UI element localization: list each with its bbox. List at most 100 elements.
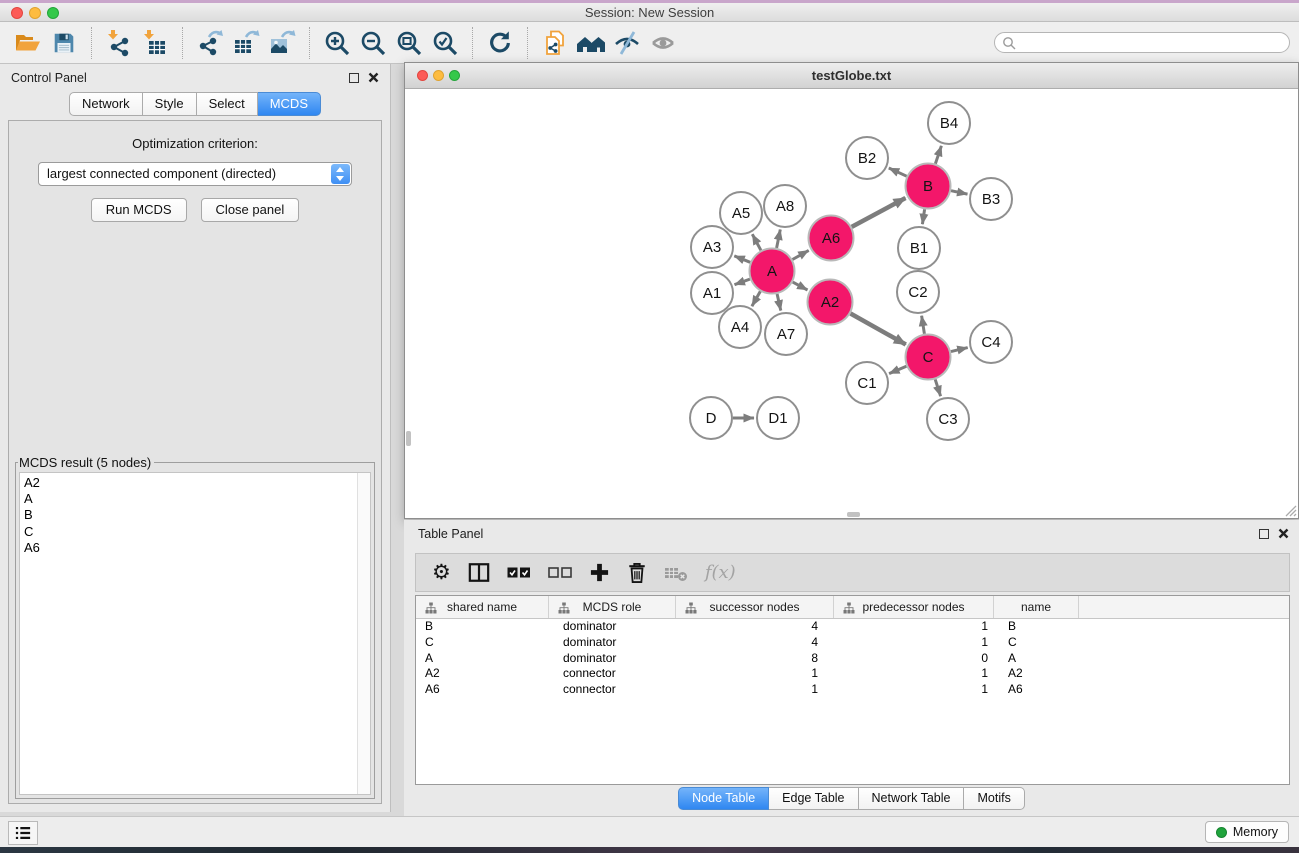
tab-mcds[interactable]: MCDS (258, 92, 321, 116)
graph-edge-C-C4[interactable] (951, 348, 968, 352)
graph-edge-A-A2[interactable] (793, 282, 808, 290)
table-cell[interactable]: A (994, 651, 1079, 667)
select-all-button[interactable] (507, 566, 531, 579)
float-panel-icon[interactable] (349, 73, 359, 83)
zoom-fit-button[interactable] (391, 26, 427, 60)
table-cell[interactable]: connector (549, 666, 676, 682)
mcds-result-item[interactable]: A6 (20, 540, 370, 556)
graph-edge-C-C3[interactable] (935, 379, 940, 396)
table-cell[interactable]: A (416, 651, 549, 667)
table-cell[interactable]: dominator (549, 651, 676, 667)
zoom-in-button[interactable] (319, 26, 355, 60)
hide-panels-button[interactable] (609, 26, 645, 60)
delete-column-button[interactable] (627, 562, 647, 584)
table-row[interactable]: Adominator80A (416, 651, 1289, 667)
table-settings-button[interactable]: ⚙ (432, 563, 451, 583)
memory-button[interactable]: Memory (1205, 821, 1289, 843)
add-column-button[interactable] (589, 562, 610, 583)
table-cell[interactable]: 8 (676, 651, 834, 667)
graph-node-B1[interactable]: B1 (898, 227, 940, 269)
table-cell[interactable]: dominator (549, 635, 676, 651)
graph-node-A8[interactable]: A8 (764, 185, 806, 227)
graph-edge-A-A4[interactable] (752, 291, 760, 306)
duplicate-network-button[interactable] (537, 26, 573, 60)
tab-style[interactable]: Style (143, 92, 197, 116)
graph-edge-C-C1[interactable] (889, 366, 906, 373)
tab-network[interactable]: Network (69, 92, 143, 116)
deselect-all-button[interactable] (548, 566, 572, 579)
graph-node-A[interactable]: A (750, 249, 795, 294)
table-row[interactable]: A2connector11A2 (416, 666, 1289, 682)
graph-edge-B-B1[interactable] (922, 209, 924, 224)
graph-node-C1[interactable]: C1 (846, 362, 888, 404)
network-window-titlebar[interactable]: testGlobe.txt (405, 63, 1298, 89)
zoom-selected-button[interactable] (427, 26, 463, 60)
graph-node-A6[interactable]: A6 (809, 216, 854, 261)
graph-node-C2[interactable]: C2 (897, 271, 939, 313)
graph-edge-A-A3[interactable] (734, 256, 750, 262)
column-header-successor-nodes[interactable]: successor nodes (676, 596, 834, 618)
mcds-result-item[interactable]: B (20, 507, 370, 523)
function-builder-button[interactable]: f(x) (705, 562, 736, 583)
graph-node-A1[interactable]: A1 (691, 272, 733, 314)
graph-node-B3[interactable]: B3 (970, 178, 1012, 220)
tab-select[interactable]: Select (197, 92, 258, 116)
split-columns-button[interactable] (468, 562, 490, 583)
vertical-scroll-thumb[interactable] (406, 431, 411, 446)
table-cell[interactable]: 1 (834, 619, 994, 635)
tab-edge-table[interactable]: Edge Table (769, 787, 858, 810)
mcds-result-item[interactable]: C (20, 524, 370, 540)
graph-node-C3[interactable]: C3 (927, 398, 969, 440)
graph-edge-A-A1[interactable] (735, 279, 750, 285)
table-row[interactable]: Bdominator41B (416, 619, 1289, 635)
graph-edge-B-B3[interactable] (951, 191, 968, 194)
graph-edge-C-C2[interactable] (922, 316, 925, 334)
open-session-button[interactable] (10, 26, 46, 60)
mcds-result-item[interactable]: A2 (20, 475, 370, 491)
criterion-select[interactable]: largest connected component (directed) (38, 162, 352, 186)
table-cell[interactable]: B (994, 619, 1079, 635)
table-cell[interactable]: 1 (676, 682, 834, 698)
table-row[interactable]: Cdominator41C (416, 635, 1289, 651)
export-network-button[interactable] (192, 26, 228, 60)
graph-node-D[interactable]: D (690, 397, 732, 439)
run-mcds-button[interactable]: Run MCDS (91, 198, 187, 222)
column-header-shared-name[interactable]: shared name (416, 596, 549, 618)
result-scrollbar[interactable] (357, 473, 370, 794)
table-row[interactable]: A6connector11A6 (416, 682, 1289, 698)
table-cell[interactable]: 4 (676, 619, 834, 635)
table-cell[interactable]: A2 (994, 666, 1079, 682)
table-cell[interactable]: C (416, 635, 549, 651)
column-header-name[interactable]: name (994, 596, 1079, 618)
graph-node-D1[interactable]: D1 (757, 397, 799, 439)
import-table-button[interactable] (137, 26, 173, 60)
save-session-button[interactable] (46, 26, 82, 60)
graph-node-C4[interactable]: C4 (970, 321, 1012, 363)
show-panels-button[interactable] (645, 26, 681, 60)
table-cell[interactable]: A6 (416, 682, 549, 698)
graph-edge-A6-B[interactable] (852, 198, 906, 227)
mcds-result-item[interactable]: A (20, 491, 370, 507)
export-image-button[interactable] (264, 26, 300, 60)
graph-edge-A-A8[interactable] (777, 230, 781, 249)
graph-node-A7[interactable]: A7 (765, 313, 807, 355)
network-canvas[interactable]: AA1A2A3A4A5A6A7A8BB1B2B3B4CC1C2C3C4DD1 (405, 89, 1298, 510)
tab-motifs[interactable]: Motifs (964, 787, 1024, 810)
table-cell[interactable]: 0 (834, 651, 994, 667)
float-panel-icon[interactable] (1259, 529, 1269, 539)
graph-node-A3[interactable]: A3 (691, 226, 733, 268)
graph-node-B4[interactable]: B4 (928, 102, 970, 144)
search-field[interactable] (994, 32, 1290, 53)
table-cell[interactable]: 1 (834, 666, 994, 682)
table-cell[interactable]: C (994, 635, 1079, 651)
graph-node-B2[interactable]: B2 (846, 137, 888, 179)
tab-network-table[interactable]: Network Table (859, 787, 965, 810)
column-header-predecessor-nodes[interactable]: predecessor nodes (834, 596, 994, 618)
graph-edge-A-A6[interactable] (793, 250, 809, 259)
column-header-MCDS-role[interactable]: MCDS role (549, 596, 676, 618)
close-panel-icon[interactable] (1278, 528, 1289, 539)
resize-grip-icon[interactable] (1281, 501, 1297, 517)
table-cell[interactable]: A2 (416, 666, 549, 682)
table-cell[interactable]: 4 (676, 635, 834, 651)
graph-node-B[interactable]: B (906, 164, 951, 209)
